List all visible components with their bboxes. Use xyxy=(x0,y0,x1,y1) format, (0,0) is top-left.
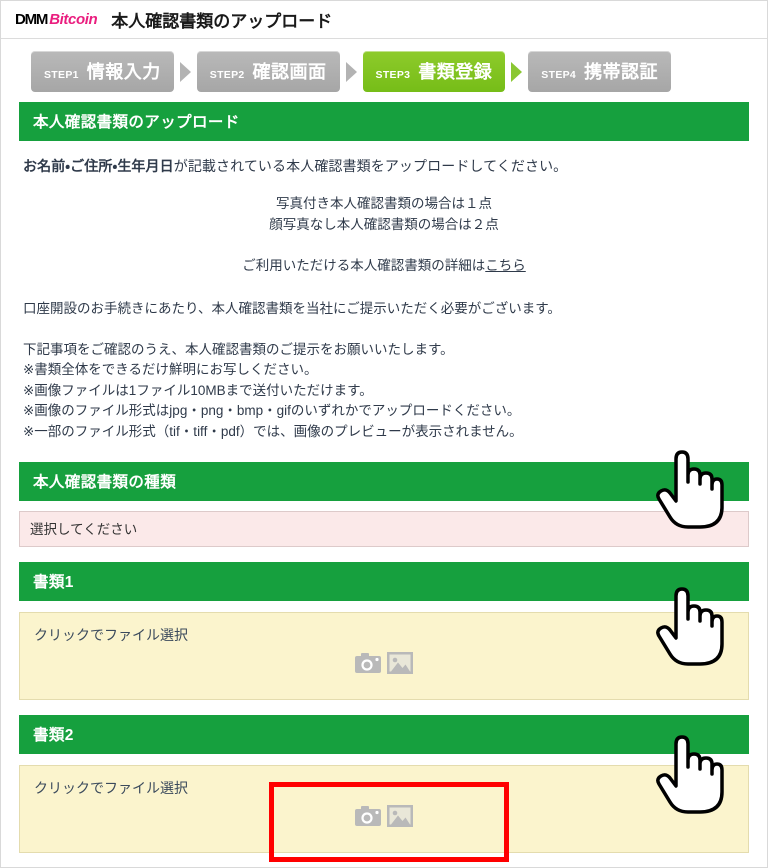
app-header: DMM Bitcoin 本人確認書類のアップロード xyxy=(1,1,767,39)
detail-link[interactable]: こちら xyxy=(485,258,526,273)
detail-link-row: ご利用いただける本人確認書類の詳細はこちら xyxy=(19,256,749,277)
note-item-1: ※書類全体をできるだけ鮮明にお写しください。 xyxy=(23,362,318,378)
count-note-line-2: 顔写真なし本人確認書類の場合は２点 xyxy=(269,216,499,232)
step-number-4: STEP4 xyxy=(541,69,577,81)
note-item-4: ※一部のファイル形式（tif・tiff・pdf）では、画像のプレビューが表示され… xyxy=(23,423,523,439)
main-content: 本人確認書類のアップロード お名前・ご住所・生年月日が記載されている本人確認書類… xyxy=(1,102,767,867)
page-root: DMM Bitcoin 本人確認書類のアップロード STEP1 情報入力 STE… xyxy=(0,0,768,868)
note-item-0: 下記事項をご確認のうえ、本人確認書類のご提示をお願いいたします。 xyxy=(23,341,454,357)
dropzone-icons-1 xyxy=(20,651,748,675)
lead-text-bold: お名前・ご住所・生年月日 xyxy=(23,158,174,174)
step-item-3[interactable]: STEP3 書類登録 xyxy=(362,51,506,92)
picture-icon xyxy=(387,805,413,828)
step-number-2: STEP2 xyxy=(209,69,245,81)
paragraph-account-opening: 口座開設のお手続きにあたり、本人確認書類を当社にご提示いただく必要がございます。 xyxy=(23,300,561,316)
camera-icon xyxy=(355,806,381,827)
step-label-2: 確認画面 xyxy=(252,62,327,82)
step-chevron-icon-2 xyxy=(345,61,357,82)
dropzone-document-2[interactable]: クリックでファイル選択 xyxy=(19,765,749,854)
step-number-1: STEP1 xyxy=(44,69,79,81)
document-type-select[interactable]: 選択してください xyxy=(19,511,749,548)
step-number-3: STEP3 xyxy=(375,69,411,81)
step-chevron-icon-3 xyxy=(511,61,523,82)
section-header-document-type: 本人確認書類の種類 xyxy=(19,462,749,502)
detail-link-prefix: ご利用いただける本人確認書類の詳細は xyxy=(242,257,486,273)
picture-icon xyxy=(387,652,413,675)
step-item-2[interactable]: STEP2 確認画面 xyxy=(196,51,340,92)
step-item-1[interactable]: STEP1 情報入力 xyxy=(31,51,174,92)
section-header-upload: 本人確認書類のアップロード xyxy=(19,102,749,141)
step-label-1: 情報入力 xyxy=(86,62,161,82)
step-item-4[interactable]: STEP4 携帯認証 xyxy=(528,51,672,92)
camera-icon xyxy=(355,653,381,674)
dropzone-icons-2 xyxy=(20,804,748,828)
notes-list: 下記事項をご確認のうえ、本人確認書類のご提示をお願いいたします。 ※書類全体をで… xyxy=(19,340,749,443)
section-header-document-1: 書類1 xyxy=(19,562,749,602)
note-item-2: ※画像ファイルは1ファイル10MBまで送付いただけます。 xyxy=(23,382,373,398)
brand-logo: DMM Bitcoin xyxy=(15,11,98,28)
section-header-document-2: 書類2 xyxy=(19,715,749,755)
note-item-3: ※画像のファイル形式はjpg・png・bmp・gifのいずれかでアップロードくだ… xyxy=(23,403,521,419)
logo-bitcoin-text: Bitcoin xyxy=(49,11,98,28)
document-type-select-wrap: 選択してください xyxy=(19,511,749,548)
lead-text: お名前・ご住所・生年月日が記載されている本人確認書類をアップロードしてください。 xyxy=(19,141,749,176)
logo-dmm-text: DMM xyxy=(15,11,48,28)
count-note-line-1: 写真付き本人確認書類の場合は１点 xyxy=(276,196,492,211)
lead-text-rest: が記載されている本人確認書類をアップロードしてください。 xyxy=(173,158,568,174)
step-label-3: 書類登録 xyxy=(418,62,493,82)
dropzone-label-1: クリックでファイル選択 xyxy=(34,627,188,644)
dropzone-label-2: クリックでファイル選択 xyxy=(34,780,188,797)
dropzone-document-1[interactable]: クリックでファイル選択 xyxy=(19,612,749,701)
page-title: 本人確認書類のアップロード xyxy=(111,12,333,31)
step-label-4: 携帯認証 xyxy=(584,62,659,82)
step-indicator: STEP1 情報入力 STEP2 確認画面 STEP3 書類登録 STEP4 携… xyxy=(1,39,767,102)
step-chevron-icon-1 xyxy=(179,61,191,82)
